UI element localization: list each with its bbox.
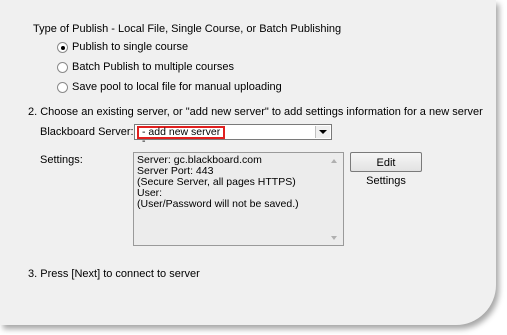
publish-type-heading: Type of Publish - Local File, Single Cou… <box>33 23 342 35</box>
radio-label-batch[interactable]: Batch Publish to multiple courses <box>72 61 234 74</box>
settings-textarea[interactable]: Server: gc.blackboard.com Server Port: 4… <box>133 152 344 246</box>
server-dropdown[interactable]: - add new server - <box>134 124 332 146</box>
settings-label: Settings: <box>40 154 83 166</box>
chevron-down-icon[interactable] <box>315 126 330 138</box>
step3-instruction: 3. Press [Next] to connect to server <box>28 268 200 280</box>
edit-settings-button[interactable]: Edit Settings <box>350 152 422 187</box>
server-label: Blackboard Server: <box>40 126 134 138</box>
radio-selected-dot <box>61 46 65 50</box>
settings-text: Server: gc.blackboard.com Server Port: 4… <box>137 154 299 210</box>
server-section-heading: 2. Choose an existing server, or "add ne… <box>28 106 483 118</box>
publish-dialog: Type of Publish - Local File, Single Cou… <box>0 0 496 325</box>
scroll-up-icon[interactable] <box>331 159 337 163</box>
radio-label-single[interactable]: Publish to single course <box>72 41 188 54</box>
radio-button-save-local[interactable] <box>57 82 68 93</box>
radio-button-single[interactable] <box>57 42 68 53</box>
radio-label-save-local[interactable]: Save pool to local file for manual uploa… <box>72 81 282 94</box>
scroll-down-icon[interactable] <box>331 236 337 240</box>
radio-button-batch[interactable] <box>57 62 68 73</box>
server-dropdown-value: - add new server - <box>137 126 225 146</box>
